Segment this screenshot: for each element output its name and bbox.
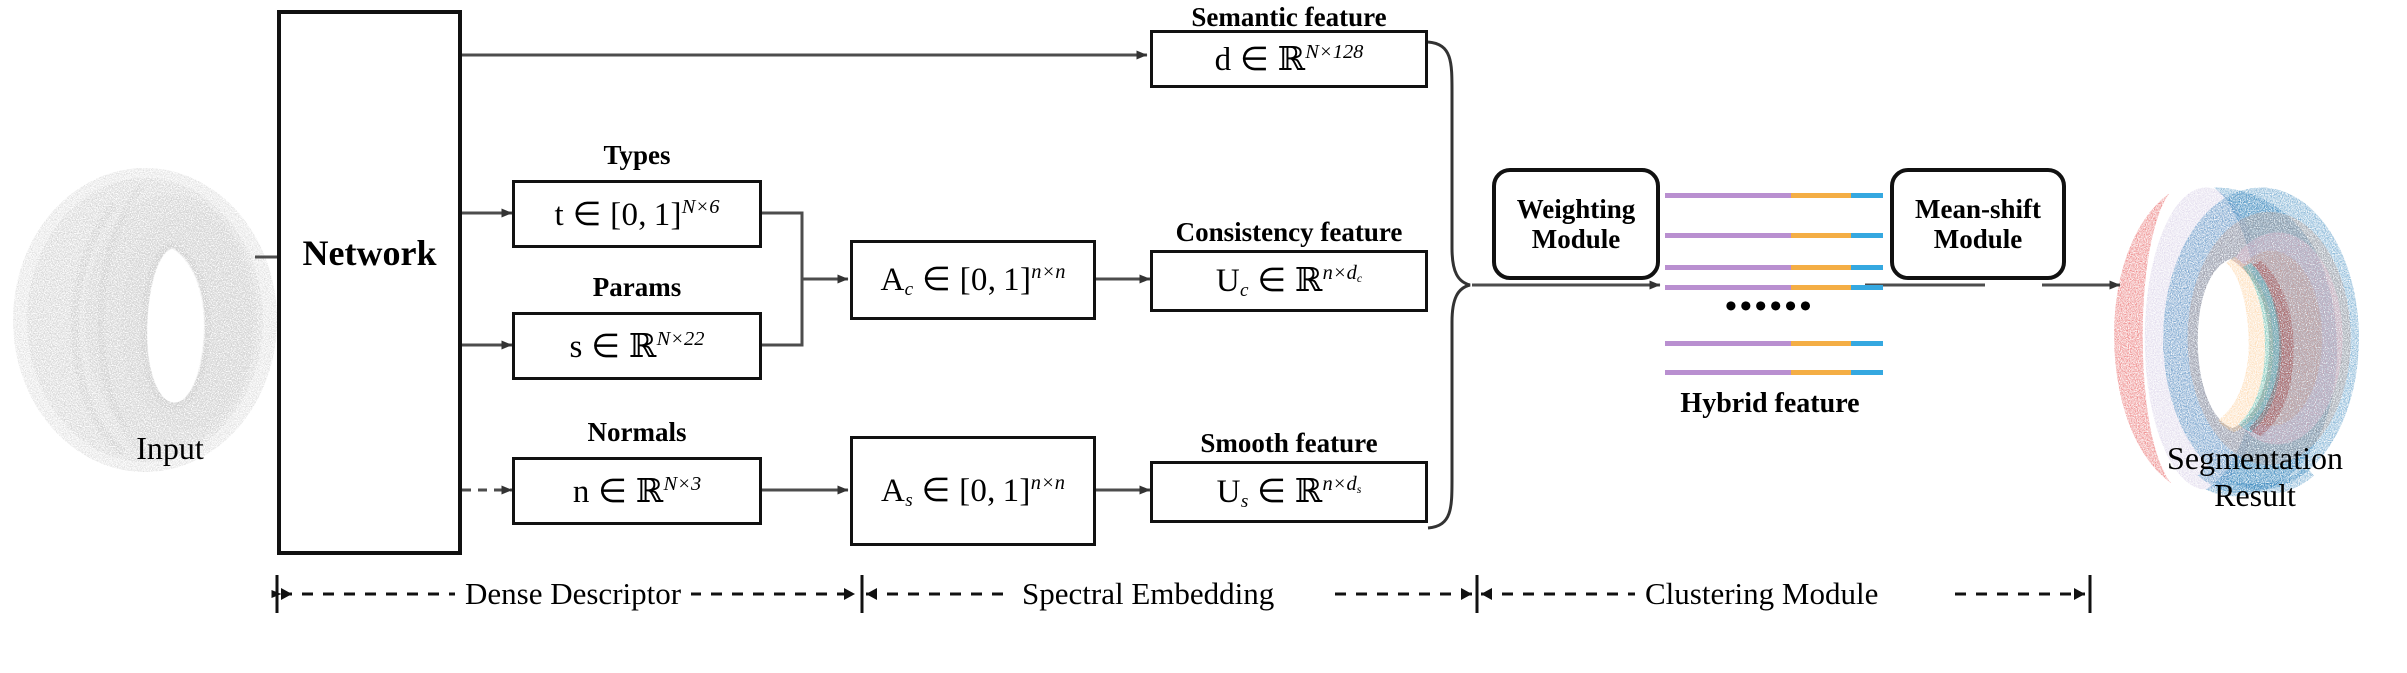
- hybrid-feature-segment: [1791, 370, 1851, 375]
- hybrid-feature-segment: [1665, 370, 1791, 375]
- figure-canvas: Input Network Types t ∈ [0, 1]N×6 Params…: [0, 0, 2407, 673]
- smooth-formula: Us ∈ ℝn×ds: [1216, 471, 1362, 512]
- input-point-cloud: [13, 168, 277, 472]
- meanshift-module-line1: Mean-shift: [1915, 193, 2041, 224]
- hybrid-feature-row: [1665, 370, 1883, 375]
- hybrid-feature-segment: [1665, 193, 1791, 198]
- normals-box[interactable]: n ∈ ℝN×3: [512, 457, 762, 525]
- consistency-feature-box[interactable]: Uc ∈ ℝn×dc: [1150, 250, 1428, 312]
- section-label-spectral-embedding: Spectral Embedding: [1012, 576, 1285, 612]
- hybrid-feature-segment: [1665, 265, 1791, 270]
- hybrid-feature-label: Hybrid feature: [1680, 388, 1860, 419]
- normals-formula: n ∈ ℝN×3: [572, 471, 702, 510]
- section-label-clustering-module: Clustering Module: [1635, 576, 1889, 612]
- affinity-consistency-box[interactable]: Ac ∈ [0, 1]n×n: [850, 240, 1096, 320]
- network-box[interactable]: [277, 10, 462, 555]
- network-label: Network: [302, 233, 437, 273]
- params-caption: Params: [592, 272, 682, 302]
- normals-caption: Normals: [587, 417, 687, 447]
- as-formula: As ∈ [0, 1]n×n: [881, 472, 1065, 511]
- hybrid-feature-ellipsis: ••••••: [1725, 288, 1815, 325]
- semantic-feature-caption: Semantic feature: [1191, 2, 1387, 32]
- hybrid-feature-segment: [1851, 193, 1883, 198]
- hybrid-feature-segment: [1851, 370, 1883, 375]
- hybrid-feature-segment: [1791, 341, 1851, 346]
- hybrid-feature-segment: [1665, 341, 1791, 346]
- semantic-feature-box[interactable]: d ∈ ℝN×128: [1150, 30, 1428, 88]
- types-formula: t ∈ [0, 1]N×6: [554, 196, 720, 233]
- hybrid-feature-segment: [1851, 341, 1883, 346]
- smooth-feature-box[interactable]: Us ∈ ℝn×ds: [1150, 461, 1428, 523]
- merge-types-params: [762, 211, 804, 347]
- feature-merge-brace: [1427, 40, 1471, 530]
- weighting-module-line2: Module: [1531, 224, 1621, 254]
- affinity-smooth-box[interactable]: As ∈ [0, 1]n×n: [850, 436, 1096, 546]
- weighting-module-line1: Weighting: [1516, 193, 1636, 224]
- meanshift-module-box[interactable]: Mean-shift Module: [1890, 168, 2066, 280]
- types-box[interactable]: t ∈ [0, 1]N×6: [512, 180, 762, 248]
- hybrid-feature-segment: [1791, 233, 1851, 238]
- semantic-formula: d ∈ ℝN×128: [1214, 39, 1364, 78]
- hybrid-feature-segment: [1791, 193, 1851, 198]
- meanshift-module-line2: Module: [1933, 224, 2023, 254]
- hybrid-feature-segment: [1665, 233, 1791, 238]
- ac-formula: Ac ∈ [0, 1]n×n: [880, 261, 1066, 300]
- consistency-formula: Uc ∈ ℝn×dc: [1215, 260, 1363, 301]
- params-box[interactable]: s ∈ ℝN×22: [512, 312, 762, 380]
- types-caption: Types: [603, 140, 671, 170]
- hybrid-feature-row: [1665, 265, 1883, 270]
- hybrid-feature-segment: [1791, 265, 1851, 270]
- consistency-feature-caption: Consistency feature: [1175, 217, 1403, 247]
- hybrid-feature-row: [1665, 233, 1883, 238]
- hybrid-feature-row: [1665, 341, 1883, 346]
- hybrid-feature-segment: [1851, 285, 1883, 290]
- input-label: Input: [136, 430, 204, 466]
- segmentation-result-line1: Segmentation: [2167, 440, 2343, 476]
- segmentation-result-line2: Result: [2214, 476, 2296, 513]
- hybrid-feature-row: [1665, 193, 1883, 198]
- section-label-dense-descriptor: Dense Descriptor: [455, 576, 692, 612]
- weighting-module-box[interactable]: Weighting Module: [1492, 168, 1660, 280]
- smooth-feature-caption: Smooth feature: [1200, 428, 1378, 458]
- hybrid-feature-segment: [1851, 233, 1883, 238]
- params-formula: s ∈ ℝN×22: [569, 326, 705, 365]
- hybrid-feature-segment: [1851, 265, 1883, 270]
